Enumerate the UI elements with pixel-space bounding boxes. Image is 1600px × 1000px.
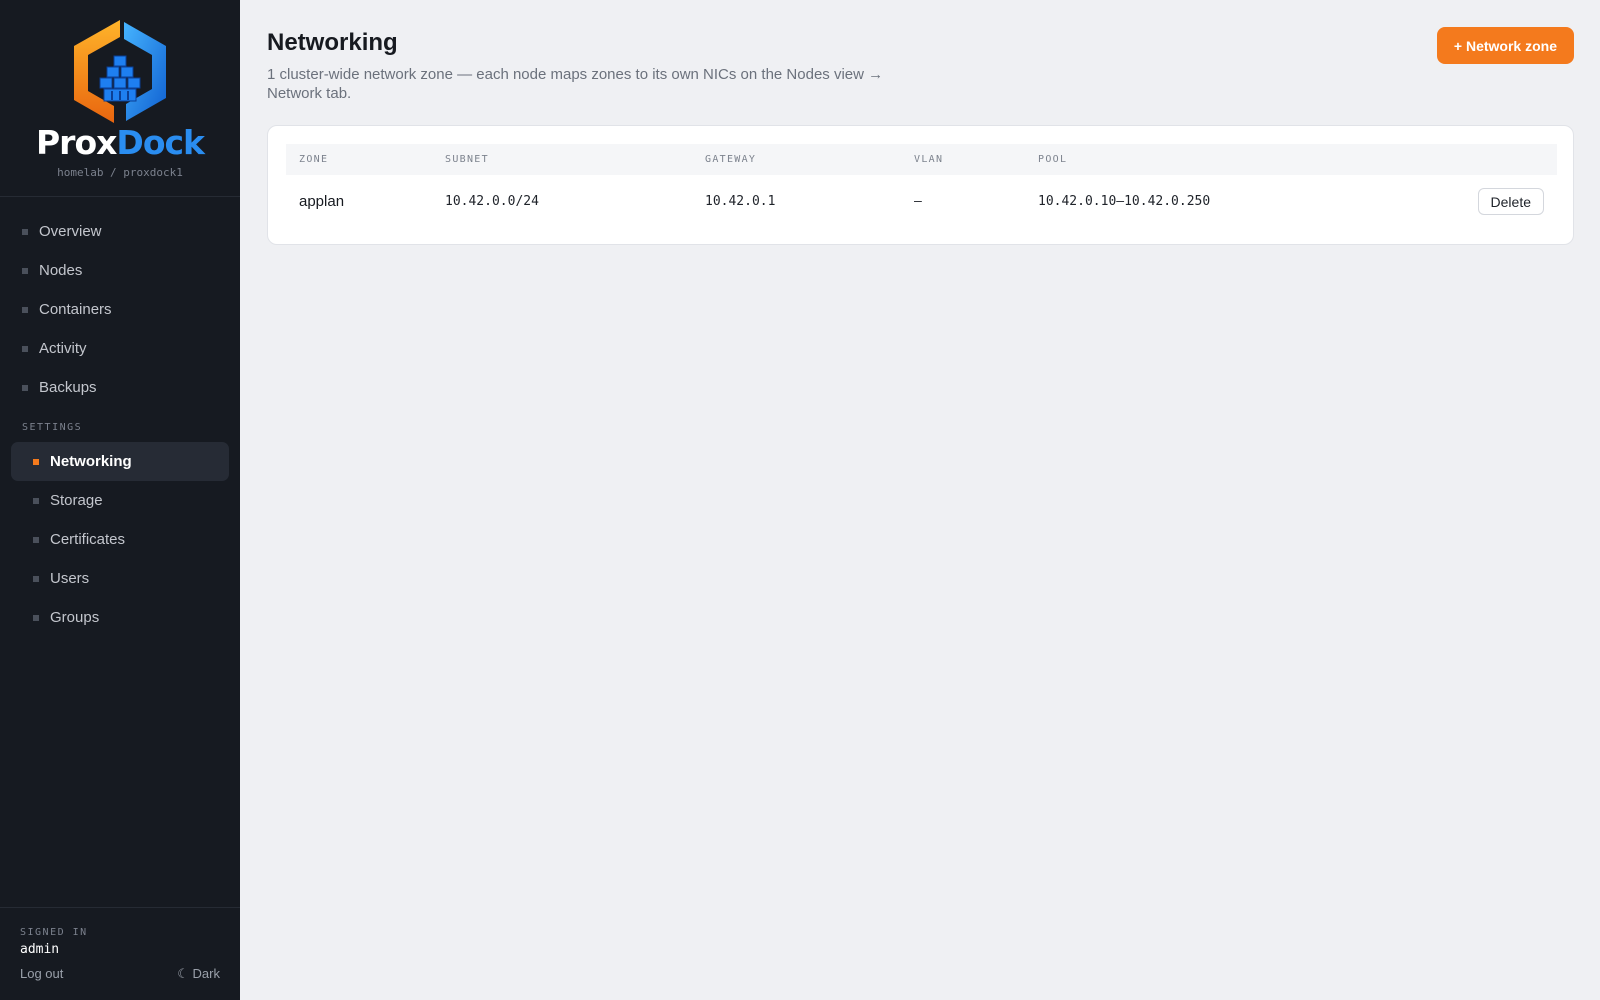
sidebar-item-label: Certificates <box>50 531 126 548</box>
column-header-gateway: GATEWAY <box>705 154 757 165</box>
main-nav: Overview Nodes Containers Activity Backu… <box>0 212 240 407</box>
sidebar-item-label: Networking <box>50 453 132 470</box>
square-bullet-icon <box>33 575 39 582</box>
column-header-zone: ZONE <box>299 154 329 165</box>
footer-actions: Log out ☾ Dark <box>20 966 220 982</box>
square-bullet-icon <box>22 228 28 235</box>
cell-subnet: 10.42.0.0/24 <box>445 194 539 209</box>
square-bullet-icon <box>22 306 28 313</box>
sidebar-item-networking[interactable]: Networking <box>11 442 229 481</box>
sidebar-footer: SIGNED IN admin Log out ☾ Dark <box>0 907 240 1000</box>
square-bullet-icon <box>33 536 39 543</box>
signed-in-label: SIGNED IN <box>20 927 88 938</box>
page-title: Networking <box>267 29 398 56</box>
brand-wordmark: ProxDock <box>36 123 205 162</box>
cell-gateway: 10.42.0.1 <box>705 194 776 209</box>
sidebar-item-users[interactable]: Users <box>11 559 229 598</box>
brand-name-part2: Dock <box>116 123 205 162</box>
cell-vlan: — <box>914 194 922 209</box>
sidebar: ProxDock homelab / proxdock1 Overview No… <box>0 0 240 1000</box>
sidebar-item-label: Containers <box>39 301 112 318</box>
column-header-subnet: SUBNET <box>445 154 489 165</box>
settings-nav: Networking Storage Certificates Users Gr… <box>11 442 229 637</box>
sidebar-item-activity[interactable]: Activity <box>0 329 240 368</box>
sidebar-item-storage[interactable]: Storage <box>11 481 229 520</box>
square-bullet-icon <box>22 345 28 352</box>
cell-zone: applan <box>299 193 345 210</box>
brand-name-part1: Prox <box>36 123 117 162</box>
column-header-pool: POOL <box>1038 154 1068 165</box>
sidebar-item-label: Backups <box>39 379 97 396</box>
cell-actions: Delete <box>1438 188 1557 215</box>
sidebar-item-groups[interactable]: Groups <box>11 598 229 637</box>
sidebar-item-containers[interactable]: Containers <box>0 290 240 329</box>
theme-toggle[interactable]: ☾ Dark <box>177 966 220 982</box>
username: admin <box>20 942 60 957</box>
breadcrumb: homelab / proxdock1 <box>57 166 183 179</box>
main-content: Networking 1 cluster-wide network zone —… <box>240 0 1600 1000</box>
settings-section-label: SETTINGS <box>22 422 83 433</box>
square-bullet-icon <box>22 267 28 274</box>
square-bullet-icon <box>33 458 39 465</box>
proxdock-logo-icon <box>74 20 166 123</box>
table-header: ZONE SUBNET GATEWAY VLAN POOL <box>286 144 1557 175</box>
sidebar-item-label: Groups <box>50 609 100 626</box>
sidebar-item-label: Nodes <box>39 262 83 279</box>
table-row: applan 10.42.0.0/24 10.42.0.1 — 10.42.0.… <box>286 175 1557 228</box>
square-bullet-icon <box>33 614 39 621</box>
add-network-zone-button[interactable]: + Network zone <box>1436 27 1574 64</box>
logout-link[interactable]: Log out <box>20 966 63 982</box>
sidebar-item-nodes[interactable]: Nodes <box>0 251 240 290</box>
sidebar-item-overview[interactable]: Overview <box>0 212 240 251</box>
network-zones-card: ZONE SUBNET GATEWAY VLAN POOL applan 10.… <box>267 125 1574 245</box>
cell-pool: 10.42.0.10–10.42.0.250 <box>1038 194 1211 209</box>
column-header-vlan: VLAN <box>914 154 944 165</box>
sidebar-item-label: Overview <box>39 223 102 240</box>
sidebar-item-label: Users <box>50 570 90 587</box>
sidebar-item-backups[interactable]: Backups <box>0 368 240 407</box>
delete-zone-button[interactable]: Delete <box>1477 188 1544 215</box>
network-zones-table: ZONE SUBNET GATEWAY VLAN POOL applan 10.… <box>286 144 1557 228</box>
sidebar-item-label: Activity <box>39 340 87 357</box>
page-subtitle: 1 cluster-wide network zone — each node … <box>267 66 884 102</box>
square-bullet-icon <box>33 497 39 504</box>
square-bullet-icon <box>22 384 28 391</box>
sidebar-item-certificates[interactable]: Certificates <box>11 520 229 559</box>
brand-header: ProxDock homelab / proxdock1 <box>0 0 240 197</box>
sidebar-item-label: Storage <box>50 492 103 509</box>
